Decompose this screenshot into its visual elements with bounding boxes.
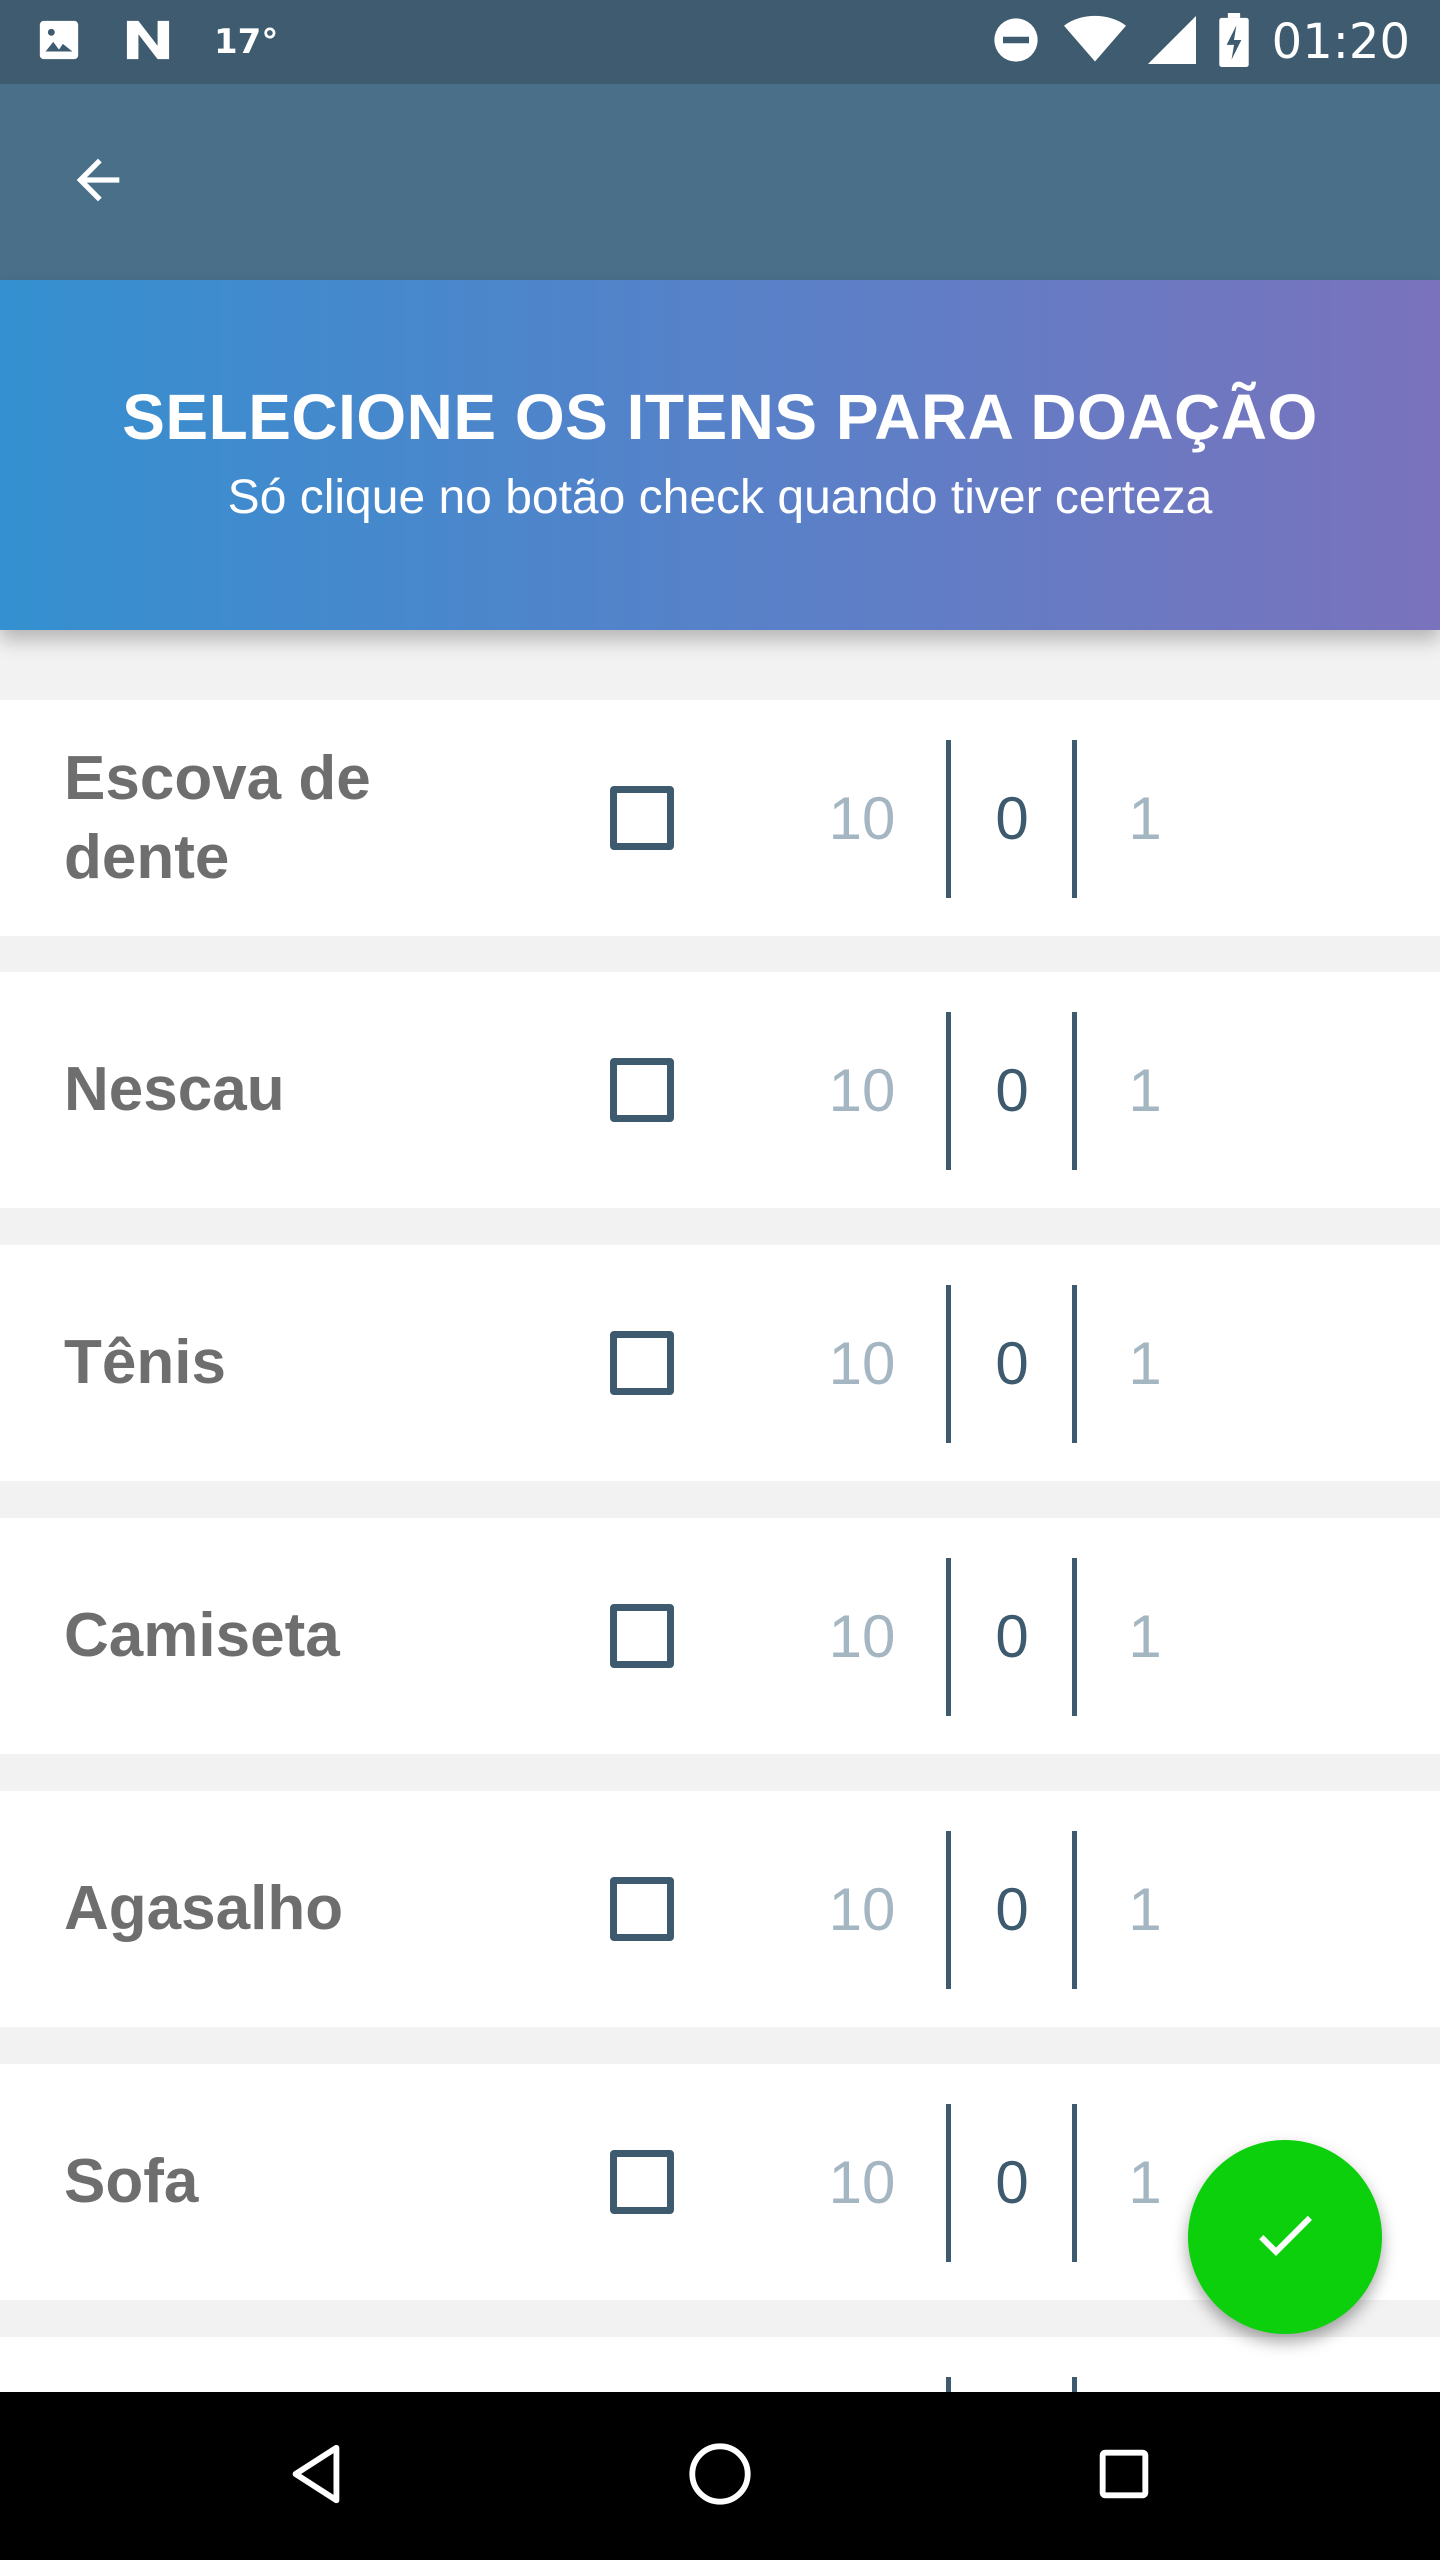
status-bar: 17° 01:20 [0,0,1440,84]
back-button[interactable] [50,134,146,230]
picker-current-value[interactable]: 0 [952,1518,1072,1754]
picker-prev-value[interactable]: 10 [800,2064,924,2300]
item-checkbox[interactable] [610,786,674,850]
picker-next-value[interactable]: 1 [1090,972,1200,1208]
picker-next-value[interactable]: 1 [1090,700,1200,936]
quantity-picker[interactable]: 10 0 1 [800,1791,1220,2027]
header-banner: SELECIONE OS ITENS PARA DOAÇÃO Só clique… [0,280,1440,630]
item-name: Agasalho [64,1874,344,1944]
nav-back-button[interactable] [266,2426,366,2526]
arrow-left-icon [66,148,130,217]
home-circle-icon [685,2439,755,2514]
clock-text: 01:20 [1271,14,1410,70]
list-item: Tênis 10 0 1 [0,1245,1440,1481]
picker-divider [1072,1012,1077,1170]
picker-divider [1072,740,1077,898]
item-checkbox[interactable] [610,1877,674,1941]
image-icon [36,17,82,68]
n-app-icon [122,17,174,68]
list-item: Camiseta 10 0 1 [0,1518,1440,1754]
quantity-picker[interactable]: 10 0 1 [800,2064,1220,2300]
item-checkbox[interactable] [610,1058,674,1122]
picker-divider [1072,1831,1077,1989]
item-checkbox[interactable] [610,1604,674,1668]
picker-current-value[interactable]: 0 [952,2064,1072,2300]
page-subtitle: Só clique no botão check quando tiver ce… [227,471,1213,524]
picker-divider [1072,2104,1077,2262]
picker-divider [1072,1558,1077,1716]
system-nav-bar [0,2392,1440,2560]
picker-next-value[interactable]: 1 [1090,1518,1200,1754]
recents-square-icon [1092,2442,1156,2511]
list-item: Agasalho 10 0 1 [0,1791,1440,2027]
picker-divider [946,1285,951,1443]
picker-divider [946,2104,951,2262]
check-icon [1249,2199,1321,2276]
list-item: Nescau 10 0 1 [0,972,1440,1208]
picker-current-value[interactable]: 0 [952,1791,1072,2027]
item-name: Tênis [64,1328,226,1398]
item-name: Nescau [64,1055,285,1125]
picker-divider [1072,1285,1077,1443]
quantity-picker[interactable]: 10 0 1 [800,972,1220,1208]
picker-current-value[interactable]: 0 [952,972,1072,1208]
picker-prev-value[interactable]: 10 [800,1518,924,1754]
item-name: Sofa [64,2147,199,2217]
picker-prev-value[interactable]: 10 [800,972,924,1208]
nav-recents-button[interactable] [1074,2426,1174,2526]
quantity-picker[interactable]: 10 0 1 [800,700,1220,936]
quantity-picker[interactable]: 10 0 1 [800,1518,1220,1754]
picker-prev-value[interactable]: 10 [800,1245,924,1481]
picker-prev-value[interactable]: 10 [800,1791,924,2027]
picker-next-value[interactable]: 1 [1090,2064,1200,2300]
picker-next-value[interactable]: 1 [1090,1791,1200,2027]
picker-next-value[interactable]: 1 [1090,1245,1200,1481]
app-bar [0,84,1440,280]
item-checkbox[interactable] [610,1331,674,1395]
do-not-disturb-icon [990,14,1042,71]
temperature-text: 17° [214,22,279,62]
nav-home-button[interactable] [670,2426,770,2526]
quantity-picker[interactable]: 10 0 1 [800,1245,1220,1481]
confirm-fab-button[interactable] [1188,2140,1382,2334]
list-item: Escova de dente 10 0 1 [0,700,1440,936]
picker-divider [946,740,951,898]
battery-charging-icon [1218,12,1250,72]
picker-divider [946,1831,951,1989]
picker-prev-value[interactable]: 10 [800,700,924,936]
picker-divider [946,1012,951,1170]
wifi-icon [1063,15,1126,70]
picker-divider [946,1558,951,1716]
back-triangle-icon [281,2439,351,2514]
item-checkbox[interactable] [610,2150,674,2214]
signal-icon [1147,15,1196,70]
page-title: SELECIONE OS ITENS PARA DOAÇÃO [122,381,1318,453]
picker-current-value[interactable]: 0 [952,700,1072,936]
picker-current-value[interactable]: 0 [952,1245,1072,1481]
item-name: Escova de dente [64,743,371,892]
item-name: Camiseta [64,1601,340,1671]
